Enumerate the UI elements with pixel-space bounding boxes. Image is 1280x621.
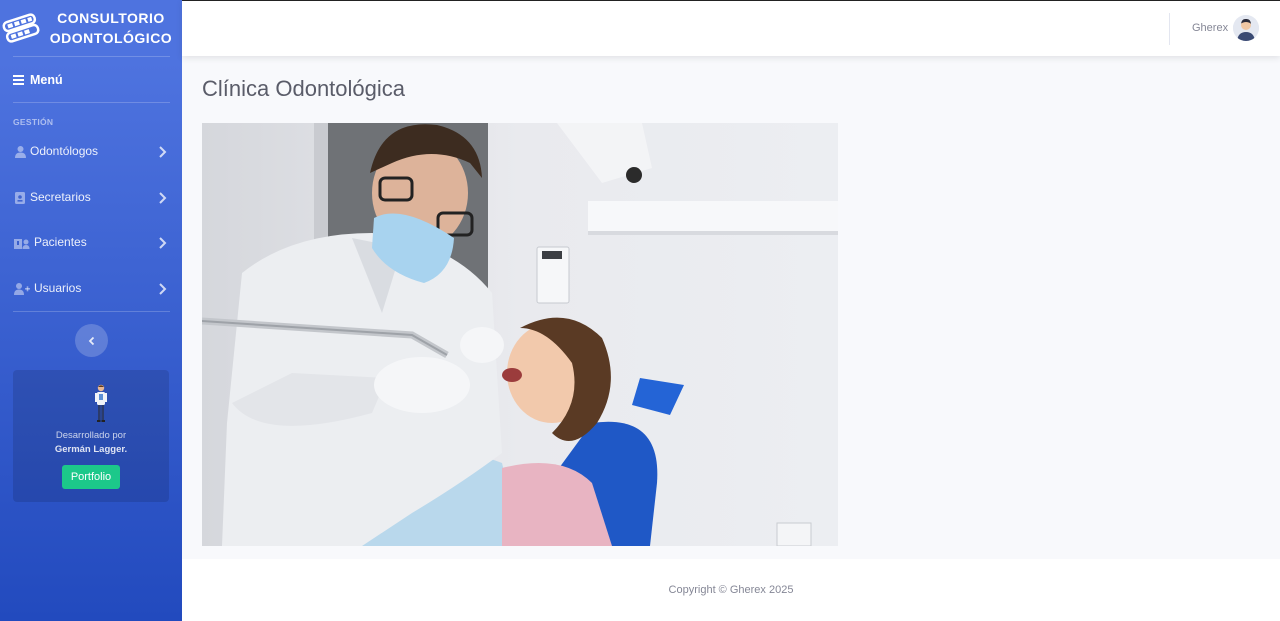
topbar: Gherex <box>182 0 1280 56</box>
user-icon <box>12 144 28 160</box>
brand-name: CONSULTORIO ODONTOLÓGICO <box>44 8 178 48</box>
id-badge-icon <box>12 190 28 206</box>
chevron-right-icon <box>159 237 167 249</box>
sidebar-divider <box>13 56 170 57</box>
sidebar-item-usuarios[interactable]: Usuarios <box>0 271 182 307</box>
card-author-name: Germán Lagger. <box>54 444 128 455</box>
menu-heading[interactable]: Menú <box>13 70 63 90</box>
sidebar-divider <box>13 102 170 103</box>
hospital-user-icon <box>12 235 32 251</box>
chevron-left-icon <box>88 336 94 345</box>
sidebar-item-label: Secretarios <box>30 190 91 204</box>
chevron-right-icon <box>159 192 167 204</box>
avatar[interactable] <box>1233 15 1259 41</box>
user-name[interactable]: Gherex <box>1192 22 1228 34</box>
sidebar-item-pacientes[interactable]: Pacientes <box>0 225 182 261</box>
sidebar-item-label: Odontólogos <box>30 144 99 158</box>
brand-line1: CONSULTORIO <box>57 10 165 26</box>
sidebar-item-label: Pacientes <box>34 235 87 249</box>
sidebar-item-secretarios[interactable]: Secretarios <box>0 180 182 216</box>
menu-label: Menú <box>30 73 63 87</box>
developer-illustration <box>95 384 107 422</box>
portfolio-button[interactable]: Portfolio <box>62 465 120 489</box>
dentist-patient-illustration <box>202 123 838 546</box>
sidebar: CONSULTORIO ODONTOLÓGICO Menú GESTIÓN Od… <box>0 0 182 621</box>
user-plus-icon <box>12 281 32 297</box>
developer-card: Desarrollado por Germán Lagger. Portfoli… <box>13 370 169 502</box>
avatar-icon <box>1233 15 1259 41</box>
page-title: Clínica Odontológica <box>202 76 406 101</box>
card-credit-label: Desarrollado por <box>55 430 127 441</box>
topbar-divider <box>1169 13 1170 45</box>
chevron-right-icon <box>159 146 167 158</box>
brand[interactable]: CONSULTORIO ODONTOLÓGICO <box>0 0 182 56</box>
section-heading: GESTIÓN <box>13 117 54 127</box>
footer: Copyright © Gherex 2025 <box>182 559 1280 621</box>
copyright-text: Copyright © Gherex 2025 <box>668 584 794 596</box>
sidebar-divider <box>13 311 170 312</box>
sidebar-item-label: Usuarios <box>34 281 82 295</box>
sidebar-toggle-button[interactable] <box>75 324 108 357</box>
sidebar-item-odontologos[interactable]: Odontólogos <box>0 134 182 170</box>
bars-icon <box>13 75 24 85</box>
clinic-photo <box>202 123 838 546</box>
brand-line2: ODONTOLÓGICO <box>49 30 173 46</box>
tooth-brace-icon <box>2 13 40 43</box>
chevron-right-icon <box>159 283 167 295</box>
